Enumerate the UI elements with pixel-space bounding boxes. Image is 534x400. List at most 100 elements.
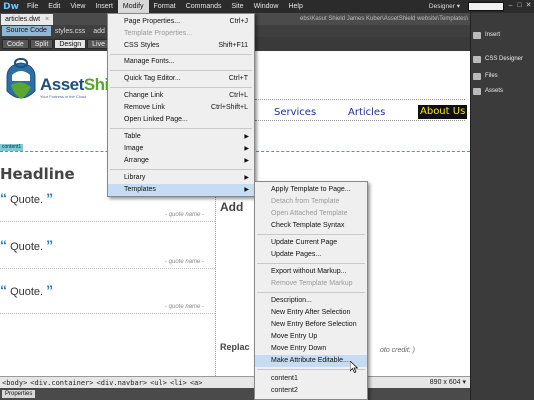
app-logo: Dw <box>3 1 19 12</box>
panel-insert[interactable]: Insert <box>473 29 533 41</box>
submenu-item-new-entry-after[interactable]: New Entry After Selection <box>255 307 367 319</box>
menu-item-quick-tag-editor[interactable]: Quick Tag Editor... Ctrl+T <box>108 73 254 85</box>
quote-name: - quote name - <box>165 212 205 218</box>
panel-files[interactable]: Files <box>473 70 533 82</box>
menu-item-arrange[interactable]: Arrange ▶ <box>108 155 254 167</box>
help-search-input[interactable] <box>468 2 504 11</box>
headline[interactable]: Headline <box>0 165 75 183</box>
submenu-item-label: New Entry Before Selection <box>271 321 357 328</box>
css-designer-icon <box>473 55 481 63</box>
panel-assets[interactable]: Assets <box>473 85 533 97</box>
document-tab[interactable]: articles.dwt × <box>1 14 54 25</box>
submenu-item-update-pages[interactable]: Update Pages... <box>255 249 367 261</box>
menu-view[interactable]: View <box>65 0 90 13</box>
menu-insert[interactable]: Insert <box>90 0 118 13</box>
window-size-select[interactable]: 890 x 604 ▾ <box>430 378 466 386</box>
submenu-item-remove-template-markup[interactable]: Remove Template Markup <box>255 278 367 290</box>
menu-item-remove-link[interactable]: Remove Link Ctrl+Shift+L <box>108 102 254 114</box>
menu-item-template-properties[interactable]: Template Properties... <box>108 28 254 40</box>
submenu-item-description[interactable]: Description... <box>255 295 367 307</box>
submenu-item-export-without-markup[interactable]: Export without Markup... <box>255 266 367 278</box>
menu-separator <box>110 169 252 170</box>
editable-region-label[interactable]: content1 <box>0 144 24 151</box>
quote-2[interactable]: “ Quote. ” <box>0 237 53 253</box>
menu-item-label: Remove Link <box>124 104 165 111</box>
submenu-item-update-current-page[interactable]: Update Current Page <box>255 237 367 249</box>
quote-open-mark: “ <box>0 237 7 253</box>
submenu-item-detach-template[interactable]: Detach from Template <box>255 196 367 208</box>
close-button[interactable]: ✕ <box>525 2 532 10</box>
submenu-item-label: Update Current Page <box>271 239 338 246</box>
replace-text[interactable]: Replac <box>220 342 250 352</box>
related-file-source[interactable]: Source Code <box>2 26 51 36</box>
menu-item-shortcut: Shift+F11 <box>218 42 248 49</box>
submenu-item-label: Apply Template to Page... <box>271 186 351 193</box>
menu-separator <box>257 263 365 264</box>
nav-services[interactable]: Services <box>274 107 316 118</box>
panel-assets-label: Assets <box>485 88 504 94</box>
brand-name-part1: Asset <box>40 75 84 94</box>
menu-window[interactable]: Window <box>249 0 284 13</box>
menu-commands[interactable]: Commands <box>181 0 227 13</box>
related-file-add[interactable]: add <box>89 28 109 35</box>
submenu-item-label: Update Pages... <box>271 251 322 258</box>
submenu-item-apply-template[interactable]: Apply Template to Page... <box>255 184 367 196</box>
submenu-item-label: Description... <box>271 297 312 304</box>
close-tab-icon[interactable]: × <box>45 16 49 23</box>
menu-item-image[interactable]: Image ▶ <box>108 143 254 155</box>
insert-icon <box>473 31 481 39</box>
menu-item-open-linked-page[interactable]: Open Linked Page... <box>108 114 254 126</box>
menu-item-templates[interactable]: Templates ▶ <box>108 184 254 196</box>
submenu-item-label: Export without Markup... <box>271 268 347 275</box>
tag-div-navbar[interactable]: <div.navbar> <box>97 379 148 387</box>
minimize-button[interactable]: – <box>507 2 514 10</box>
properties-tab[interactable]: Properties <box>2 390 36 398</box>
tag-li[interactable]: <li> <box>170 379 187 387</box>
menu-site[interactable]: Site <box>227 0 249 13</box>
menu-item-css-styles[interactable]: CSS Styles Shift+F11 <box>108 40 254 52</box>
workspace-switcher[interactable]: Designer ▾ <box>425 2 464 11</box>
menu-file[interactable]: File <box>22 0 43 13</box>
menu-format[interactable]: Format <box>149 0 181 13</box>
submenu-item-move-entry-down[interactable]: Move Entry Down <box>255 343 367 355</box>
menu-item-shortcut: Ctrl+L <box>229 92 248 99</box>
tag-ul[interactable]: <ul> <box>150 379 167 387</box>
menu-item-manage-fonts[interactable]: Manage Fonts... <box>108 56 254 68</box>
menu-modify[interactable]: Modify <box>117 0 149 13</box>
menu-edit[interactable]: Edit <box>43 0 65 13</box>
tag-div-container[interactable]: <div.container> <box>30 379 93 387</box>
menu-item-shortcut: Ctrl+J <box>229 18 248 25</box>
photo-credit[interactable]: oto credit: ) <box>380 347 415 354</box>
panel-css-designer[interactable]: CSS Designer <box>473 53 533 65</box>
menu-item-label: Manage Fonts... <box>124 58 175 65</box>
maximize-button[interactable]: □ <box>516 2 523 10</box>
submenu-item-open-attached-template[interactable]: Open Attached Template <box>255 208 367 220</box>
menu-item-page-properties[interactable]: Page Properties... Ctrl+J <box>108 16 254 28</box>
panel-css-designer-label: CSS Designer <box>485 56 524 62</box>
menu-separator <box>110 87 252 88</box>
menu-item-label: Image <box>124 145 144 152</box>
nav-about-us[interactable]: About Us <box>418 105 468 119</box>
submenu-item-content2[interactable]: content2 <box>255 385 367 397</box>
menu-item-table[interactable]: Table ▶ <box>108 131 254 143</box>
related-file-styles[interactable]: styles.css <box>51 28 89 35</box>
tag-a[interactable]: <a> <box>190 379 203 387</box>
menu-item-change-link[interactable]: Change Link Ctrl+L <box>108 90 254 102</box>
quote-open-mark: “ <box>0 282 7 298</box>
menu-help[interactable]: Help <box>283 0 307 13</box>
tag-body[interactable]: <body> <box>2 379 27 387</box>
split-view-button[interactable]: Split <box>29 39 54 49</box>
submenu-item-content1[interactable]: content1 <box>255 373 367 385</box>
submenu-arrow-icon: ▶ <box>244 187 249 193</box>
code-view-button[interactable]: Code <box>2 39 29 49</box>
mouse-pointer-icon <box>350 361 358 373</box>
menu-item-library[interactable]: Library ▶ <box>108 172 254 184</box>
quote-3[interactable]: “ Quote. ” <box>0 282 53 298</box>
submenu-item-new-entry-before[interactable]: New Entry Before Selection <box>255 319 367 331</box>
submenu-item-move-entry-up[interactable]: Move Entry Up <box>255 331 367 343</box>
nav-articles[interactable]: Articles <box>348 107 385 118</box>
quote-1[interactable]: “ Quote. ” <box>0 190 53 206</box>
add-heading[interactable]: Add <box>220 200 243 214</box>
design-view-button[interactable]: Design <box>54 39 87 49</box>
submenu-item-check-template-syntax[interactable]: Check Template Syntax <box>255 220 367 232</box>
